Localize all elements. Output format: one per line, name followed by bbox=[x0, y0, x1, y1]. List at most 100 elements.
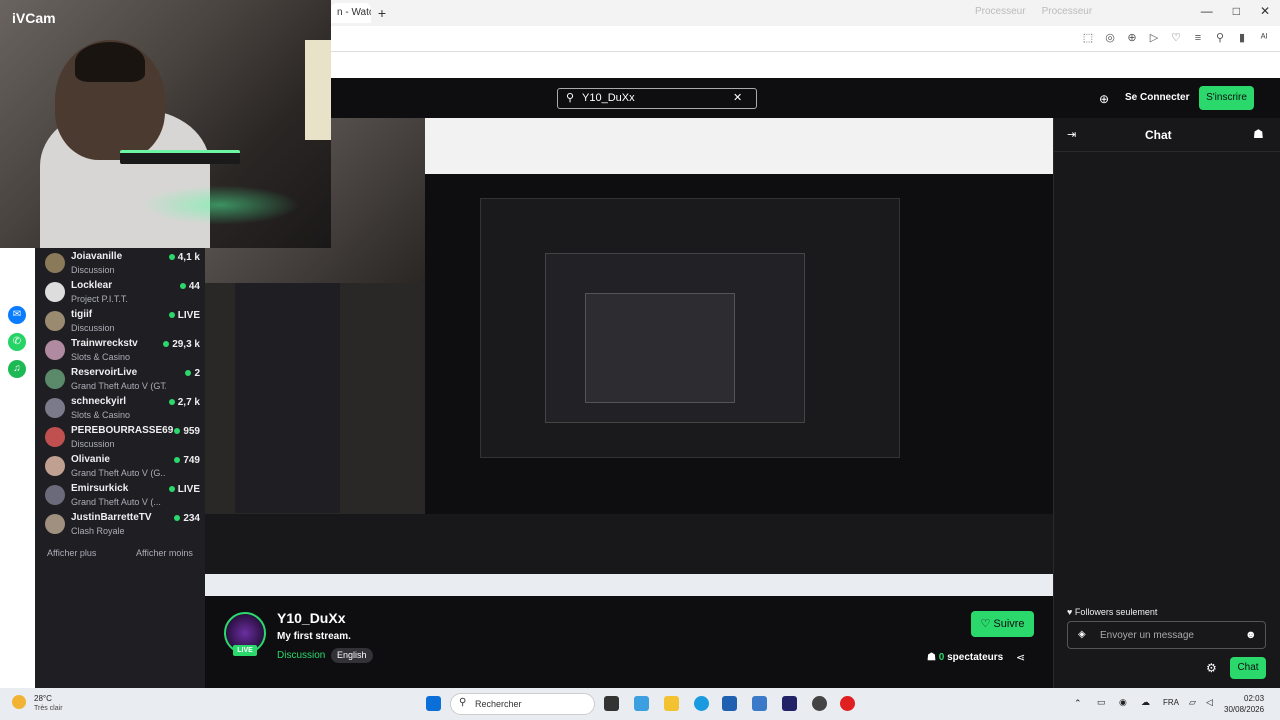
channel-category: Discussion bbox=[71, 265, 115, 275]
emoji-icon[interactable]: ☻ bbox=[1245, 629, 1257, 641]
extension-icon[interactable]: ⚲ bbox=[1214, 31, 1226, 45]
extension-icon[interactable]: ⊕ bbox=[1126, 31, 1138, 45]
search-input[interactable]: Y10_DuXx bbox=[557, 88, 757, 109]
widgets-icon[interactable] bbox=[634, 696, 649, 711]
volume-icon[interactable]: ◁ bbox=[1206, 697, 1213, 708]
list-item[interactable]: schneckyirl Slots & Casino 2,7 k bbox=[45, 395, 200, 423]
extension-icon[interactable]: ▮ bbox=[1236, 31, 1248, 45]
list-item[interactable]: Locklear Project P.I.T.T. 44 bbox=[45, 279, 200, 307]
channel-category: Slots & Casino bbox=[71, 410, 131, 420]
badge-icon[interactable]: ◈ bbox=[1078, 629, 1086, 640]
maximize-button[interactable]: □ bbox=[1233, 4, 1240, 18]
share-icon[interactable]: ⋖ bbox=[1016, 651, 1025, 664]
performance-overlay: Processeur Processeur bbox=[975, 6, 1092, 17]
chat-message-input[interactable]: Envoyer un message bbox=[1067, 621, 1266, 649]
extension-icon[interactable]: ♡ bbox=[1170, 31, 1182, 45]
globe-icon[interactable]: ⊕ bbox=[1099, 92, 1109, 106]
viewer-count: 2,7 k bbox=[168, 397, 200, 408]
task-view-icon[interactable] bbox=[604, 696, 619, 711]
tray-icon[interactable]: ▭ bbox=[1097, 697, 1106, 708]
page-top-spacer bbox=[330, 52, 1280, 78]
viewer-count: 4,1 k bbox=[168, 252, 200, 263]
app-icon[interactable] bbox=[752, 696, 767, 711]
browser-tab[interactable]: n - Watch bbox=[331, 3, 371, 23]
clock-date: 30/08/2026 bbox=[1224, 705, 1265, 714]
login-button[interactable]: Se Connecter bbox=[1125, 92, 1189, 103]
edge-icon[interactable] bbox=[694, 696, 709, 711]
viewer-count: LIVE bbox=[168, 310, 200, 321]
minimize-button[interactable]: — bbox=[1201, 4, 1213, 18]
store-icon[interactable] bbox=[722, 696, 737, 711]
search-icon: ⚲ bbox=[566, 92, 575, 104]
taskbar-search[interactable]: Rechercher bbox=[450, 693, 595, 715]
app-icon[interactable] bbox=[782, 696, 797, 711]
channel-category: Project P.I.T.T. bbox=[71, 294, 128, 304]
extension-icon[interactable]: ≡ bbox=[1192, 31, 1204, 45]
start-icon[interactable] bbox=[426, 696, 441, 711]
close-icon[interactable]: ✕ bbox=[733, 91, 742, 104]
list-item[interactable]: Joiavanille Discussion 4,1 k bbox=[45, 250, 200, 278]
viewer-count: 2 bbox=[185, 368, 200, 379]
chat-panel bbox=[1053, 118, 1280, 688]
avatar bbox=[45, 340, 65, 360]
stream-title: My first stream. bbox=[277, 631, 351, 642]
list-item[interactable]: Trainwreckstv Slots & Casino 29,3 k bbox=[45, 337, 200, 365]
list-item[interactable]: Emirsurkick Grand Theft Auto V (... LIVE bbox=[45, 482, 200, 510]
weather-icon[interactable] bbox=[12, 695, 26, 709]
close-window-button[interactable]: ✕ bbox=[1260, 4, 1270, 18]
spotify-icon[interactable]: ♫ bbox=[8, 360, 26, 378]
channel-name[interactable]: Y10_DuXx bbox=[277, 610, 345, 626]
list-item[interactable]: ReservoirLive Grand Theft Auto V (GTA) 2 bbox=[45, 366, 200, 394]
language-indicator[interactable]: FRA bbox=[1163, 698, 1179, 707]
gear-icon[interactable]: ⚙ bbox=[1206, 661, 1217, 675]
recommended-channels: Joiavanille Discussion 4,1 k Locklear Pr… bbox=[35, 248, 205, 688]
followers-only-notice: ♥ Followers seulement bbox=[1067, 607, 1158, 617]
extension-icon[interactable]: ᴬᴵ bbox=[1258, 31, 1270, 45]
channel-category: Grand Theft Auto V (GTA) bbox=[71, 381, 166, 391]
nested-browser bbox=[425, 118, 1053, 174]
chevron-up-icon[interactable]: ⌃ bbox=[1074, 698, 1082, 709]
language-tag[interactable]: English bbox=[331, 648, 373, 663]
clock[interactable]: 02:03 30/08/2026 bbox=[1224, 693, 1264, 715]
category-link[interactable]: Discussion bbox=[277, 650, 325, 661]
collapse-chat-icon[interactable]: ⇥ bbox=[1067, 128, 1076, 141]
extension-icon[interactable]: ◎ bbox=[1104, 31, 1116, 45]
network-icon[interactable]: ▱ bbox=[1189, 697, 1196, 708]
webcam-label: iVCam bbox=[12, 10, 56, 26]
weather-desc: Très clair bbox=[34, 705, 63, 712]
list-item[interactable]: PEREBOURRASSE69 Discussion 959 bbox=[45, 424, 200, 452]
cam-monitor bbox=[305, 40, 331, 140]
extension-icons: ⬚ ◎ ⊕ ▷ ♡ ≡ ⚲ ▮ ᴬᴵ bbox=[1082, 31, 1270, 45]
list-item[interactable]: Olivanie Grand Theft Auto V (G... 749 bbox=[45, 453, 200, 481]
channel-name: schneckyirl bbox=[71, 396, 127, 407]
perf-label: Processeur bbox=[975, 6, 1026, 17]
weather-temp[interactable]: 28°C bbox=[34, 694, 52, 703]
list-item[interactable]: JustinBarretteTV Clash Royale 234 bbox=[45, 511, 200, 539]
avatar bbox=[45, 253, 65, 273]
channel-name: ReservoirLive bbox=[71, 367, 138, 378]
users-icon[interactable]: ☗ bbox=[1253, 127, 1264, 141]
whatsapp-icon[interactable]: ✆ bbox=[8, 333, 26, 351]
show-more-link[interactable]: Afficher plus bbox=[47, 548, 96, 558]
viewer-count: 44 bbox=[179, 281, 200, 292]
signup-button[interactable]: S'inscrire bbox=[1199, 86, 1254, 110]
tray-icon[interactable]: ◉ bbox=[1119, 697, 1127, 708]
extension-icon[interactable]: ⬚ bbox=[1082, 31, 1094, 45]
avatar bbox=[45, 485, 65, 505]
stream-video[interactable] bbox=[205, 118, 1053, 596]
list-item[interactable]: tigiif Discussion LIVE bbox=[45, 308, 200, 336]
app-icon[interactable] bbox=[812, 696, 827, 711]
channel-category: Clash Royale bbox=[71, 526, 125, 536]
extension-icon[interactable]: ▷ bbox=[1148, 31, 1160, 45]
channel-name: Trainwreckstv bbox=[71, 338, 138, 349]
explorer-icon[interactable] bbox=[664, 696, 679, 711]
follow-button[interactable]: ♡ Suivre bbox=[971, 611, 1034, 637]
tray-icon[interactable]: ☁ bbox=[1141, 697, 1150, 708]
show-less-link[interactable]: Afficher moins bbox=[136, 548, 193, 558]
chat-send-button[interactable]: Chat bbox=[1230, 657, 1266, 679]
new-tab-button[interactable]: + bbox=[374, 5, 390, 21]
avatar bbox=[45, 369, 65, 389]
channel-name: tigiif bbox=[71, 309, 93, 320]
opera-icon[interactable] bbox=[840, 696, 855, 711]
messenger-icon[interactable]: ✉ bbox=[8, 306, 26, 324]
